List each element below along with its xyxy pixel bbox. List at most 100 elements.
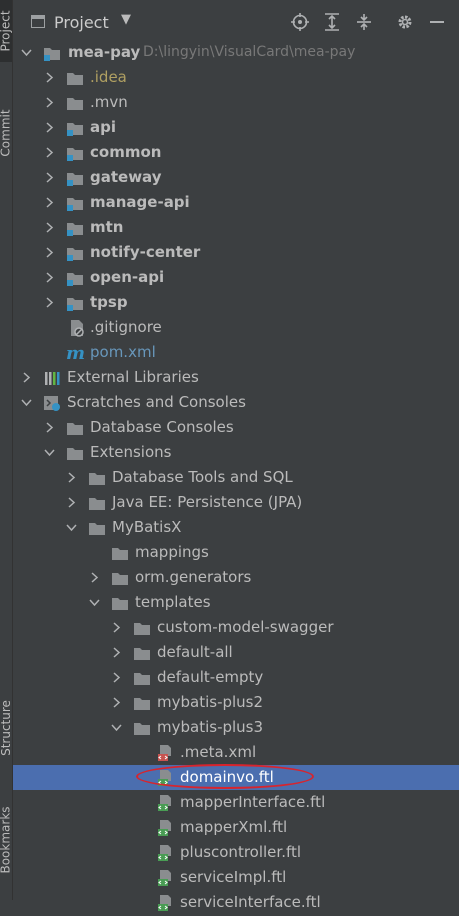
tree-item-label: serviceImpl.ftl (180, 868, 287, 886)
project-tool-tab[interactable]: Project (0, 0, 13, 62)
module-folder-icon (66, 119, 84, 137)
tree-row[interactable]: .mvn (13, 90, 459, 115)
tree-item-label: mtn (90, 218, 124, 236)
tree-row[interactable]: Scratches and Consoles (13, 390, 459, 415)
tree-row[interactable]: Extensions (13, 440, 459, 465)
tree-row[interactable]: templates (13, 590, 459, 615)
tree-row[interactable]: mapperInterface.ftl (13, 790, 459, 815)
chevron-down-icon[interactable]: ▼ (121, 12, 131, 27)
bookmarks-tool-tab[interactable]: Bookmarks (0, 792, 13, 888)
tree-item-label: Database Tools and SQL (112, 468, 293, 486)
tree-row[interactable]: Database Tools and SQL (13, 465, 459, 490)
chevron-down-icon[interactable] (89, 597, 100, 608)
tree-row[interactable]: tpsp (13, 290, 459, 315)
chevron-right-icon[interactable] (44, 297, 55, 308)
folder-icon (66, 419, 84, 437)
tree-item-label: .gitignore (90, 318, 162, 336)
chevron-right-icon[interactable] (44, 247, 55, 258)
ftl-file-icon (156, 844, 174, 862)
chevron-right-icon[interactable] (44, 197, 55, 208)
tree-item-label: mappings (135, 543, 209, 561)
chevron-right-icon[interactable] (44, 172, 55, 183)
tree-item-label: pluscontroller.ftl (180, 843, 302, 861)
chevron-down-icon[interactable] (66, 522, 77, 533)
chevron-right-icon[interactable] (44, 147, 55, 158)
highlight-ellipse (136, 764, 314, 789)
chevron-right-icon[interactable] (44, 122, 55, 133)
tree-row[interactable]: default-empty (13, 665, 459, 690)
commit-tool-tab[interactable]: Commit (0, 92, 13, 174)
tree-item-label: mapperXml.ftl (180, 818, 288, 836)
tree-row[interactable]: orm.generators (13, 565, 459, 590)
collapse-all-icon[interactable] (353, 11, 375, 33)
chevron-down-icon[interactable] (44, 447, 55, 458)
expand-all-icon[interactable] (321, 11, 343, 33)
chevron-right-icon[interactable] (21, 372, 32, 383)
module-folder-icon (66, 144, 84, 162)
ftl-file-icon (156, 794, 174, 812)
tree-row-root[interactable]: mea-pay D:\lingyin\VisualCard\mea-pay (13, 40, 459, 65)
chevron-right-icon[interactable] (89, 572, 100, 583)
tree-row[interactable]: Java EE: Persistence (JPA) (13, 490, 459, 515)
tree-item-label: mapperInterface.ftl (180, 793, 326, 811)
ftl-file-icon (156, 894, 174, 912)
hide-minimize-icon[interactable] (426, 11, 448, 33)
gear-icon[interactable] (394, 11, 416, 33)
structure-tool-tab-label: Structure (0, 700, 14, 756)
module-folder-icon (43, 44, 61, 62)
tree-row[interactable]: MyBatisX (13, 515, 459, 540)
tree-row[interactable]: default-all (13, 640, 459, 665)
chevron-right-icon[interactable] (111, 622, 122, 633)
chevron-down-icon[interactable] (111, 722, 122, 733)
folder-icon (88, 519, 106, 537)
tree-row[interactable]: mappings (13, 540, 459, 565)
folder-icon (88, 469, 106, 487)
chevron-right-icon[interactable] (44, 272, 55, 283)
tree-row[interactable]: common (13, 140, 459, 165)
tree-row[interactable]: serviceInterface.ftl (13, 890, 459, 915)
structure-tool-tab[interactable]: Structure (0, 682, 14, 774)
tree-row[interactable]: serviceImpl.ftl (13, 865, 459, 890)
tree-row[interactable]: mtn (13, 215, 459, 240)
tree-row[interactable]: manage-api (13, 190, 459, 215)
tree-row[interactable]: mybatis-plus3 (13, 715, 459, 740)
chevron-right-icon[interactable] (111, 697, 122, 708)
tree-row[interactable]: pluscontroller.ftl (13, 840, 459, 865)
tree-row[interactable]: .gitignore (13, 315, 459, 340)
module-folder-icon (66, 169, 84, 187)
tree-item-label: .idea (90, 68, 127, 86)
root-project-label: mea-pay (68, 43, 141, 61)
tree-row[interactable]: .meta.xml (13, 740, 459, 765)
chevron-down-icon[interactable] (21, 397, 32, 408)
tree-row[interactable]: api (13, 115, 459, 140)
tree-item-label: default-all (157, 643, 233, 661)
chevron-right-icon[interactable] (66, 472, 77, 483)
folder-icon (66, 444, 84, 462)
chevron-right-icon[interactable] (44, 97, 55, 108)
locate-target-icon[interactable] (289, 11, 311, 33)
folder-icon (111, 594, 129, 612)
chevron-down-icon[interactable] (21, 47, 32, 58)
tree-item-label: notify-center (90, 243, 201, 261)
project-tree[interactable]: mea-pay D:\lingyin\VisualCard\mea-pay .i… (13, 40, 459, 911)
chevron-right-icon[interactable] (44, 222, 55, 233)
tree-row[interactable]: gateway (13, 165, 459, 190)
tree-row[interactable]: .idea (13, 65, 459, 90)
folder-icon (133, 719, 151, 737)
chevron-right-icon[interactable] (111, 647, 122, 658)
project-view-title[interactable]: Project (54, 13, 109, 32)
chevron-right-icon[interactable] (44, 422, 55, 433)
tree-row[interactable]: open-api (13, 265, 459, 290)
tree-row[interactable]: External Libraries (13, 365, 459, 390)
chevron-right-icon[interactable] (44, 72, 55, 83)
tree-row[interactable]: notify-center (13, 240, 459, 265)
tree-row[interactable]: mybatis-plus2 (13, 690, 459, 715)
chevron-right-icon[interactable] (66, 497, 77, 508)
tree-row[interactable]: mapperXml.ftl (13, 815, 459, 840)
tree-row[interactable]: Database Consoles (13, 415, 459, 440)
tree-row[interactable]: m pom.xml (13, 340, 459, 365)
maven-icon: m (66, 343, 86, 364)
chevron-right-icon[interactable] (111, 672, 122, 683)
tree-row[interactable]: custom-model-swagger (13, 615, 459, 640)
tree-item-label: templates (135, 593, 211, 611)
